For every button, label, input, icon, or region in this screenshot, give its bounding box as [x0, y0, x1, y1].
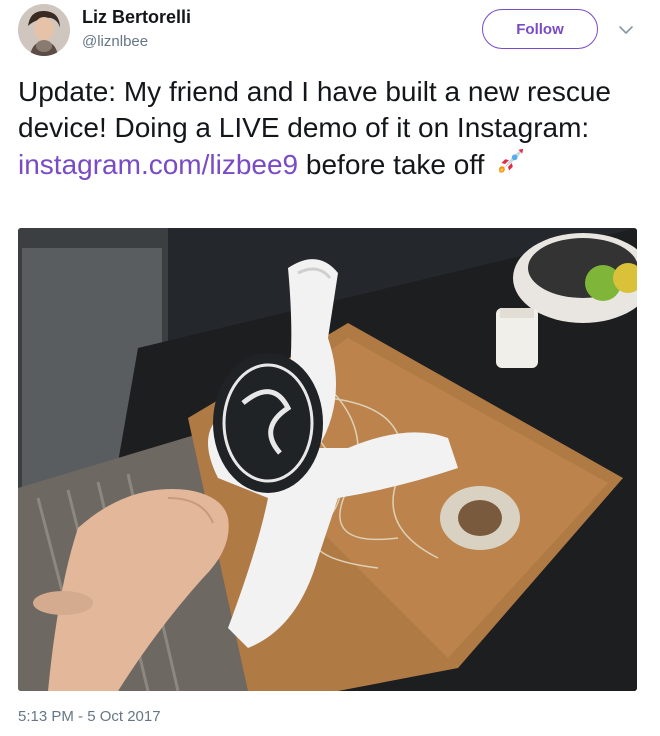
tweet-text-before: Update: My friend and I have built a new…	[18, 76, 619, 143]
instagram-link[interactable]: instagram.com/lizbee9	[18, 149, 298, 180]
tweet-card: Liz Bertorelli @liznlbee Follow Update: …	[0, 0, 660, 736]
user-handle[interactable]: @liznlbee	[82, 33, 148, 50]
timestamp[interactable]: 5:13 PM - 5 Oct 2017	[18, 708, 161, 725]
display-name[interactable]: Liz Bertorelli	[82, 7, 191, 28]
avatar[interactable]	[18, 4, 70, 56]
tweet-text: Update: My friend and I have built a new…	[18, 74, 648, 183]
tweet-text-after: before take off	[298, 149, 493, 180]
rocket-icon	[499, 148, 524, 173]
follow-button[interactable]: Follow	[482, 9, 598, 49]
tweet-photo[interactable]	[18, 228, 637, 691]
chevron-down-icon[interactable]	[616, 20, 636, 40]
